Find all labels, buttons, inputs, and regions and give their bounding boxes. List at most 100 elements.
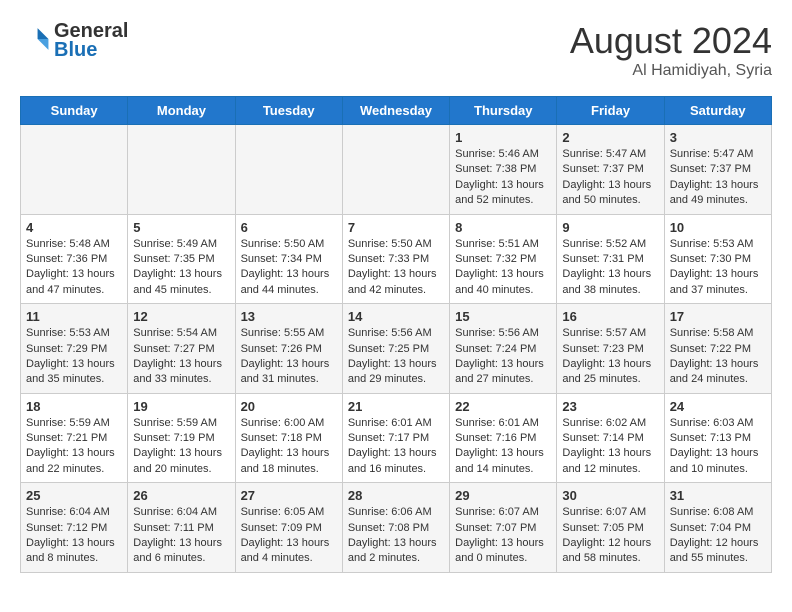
day-number: 17 — [670, 309, 766, 324]
cell-text: Daylight: 13 hours — [670, 357, 766, 372]
cell-text: Sunrise: 5:56 AM — [348, 326, 444, 341]
day-number: 3 — [670, 130, 766, 145]
cell-text: and 18 minutes. — [241, 462, 337, 477]
cell-text: and 31 minutes. — [241, 372, 337, 387]
cell-text: Daylight: 13 hours — [348, 357, 444, 372]
day-number: 9 — [562, 220, 658, 235]
cell-text: Daylight: 13 hours — [348, 536, 444, 551]
calendar-table: SundayMondayTuesdayWednesdayThursdayFrid… — [20, 96, 772, 573]
cell-text: Sunset: 7:33 PM — [348, 252, 444, 267]
cell-text: Sunset: 7:19 PM — [133, 431, 229, 446]
calendar-cell: 13Sunrise: 5:55 AMSunset: 7:26 PMDayligh… — [235, 304, 342, 394]
day-number: 24 — [670, 399, 766, 414]
cell-text: and 44 minutes. — [241, 283, 337, 298]
cell-text: and 52 minutes. — [455, 193, 551, 208]
col-header-wednesday: Wednesday — [342, 97, 449, 125]
calendar-week-1: 4Sunrise: 5:48 AMSunset: 7:36 PMDaylight… — [21, 214, 772, 304]
month-year: August 2024 — [570, 20, 772, 62]
calendar-cell: 11Sunrise: 5:53 AMSunset: 7:29 PMDayligh… — [21, 304, 128, 394]
cell-text: and 50 minutes. — [562, 193, 658, 208]
day-number: 18 — [26, 399, 122, 414]
day-number: 26 — [133, 488, 229, 503]
cell-text: and 22 minutes. — [26, 462, 122, 477]
cell-text: and 42 minutes. — [348, 283, 444, 298]
title-block: August 2024 Al Hamidiyah, Syria — [570, 20, 772, 80]
day-number: 1 — [455, 130, 551, 145]
cell-text: Sunrise: 5:51 AM — [455, 237, 551, 252]
cell-text: and 40 minutes. — [455, 283, 551, 298]
cell-text: Sunrise: 5:50 AM — [348, 237, 444, 252]
day-number: 8 — [455, 220, 551, 235]
calendar-cell — [235, 125, 342, 215]
cell-text: Sunset: 7:36 PM — [26, 252, 122, 267]
day-number: 27 — [241, 488, 337, 503]
cell-text: Daylight: 13 hours — [562, 267, 658, 282]
cell-text: Daylight: 12 hours — [562, 536, 658, 551]
calendar-cell: 26Sunrise: 6:04 AMSunset: 7:11 PMDayligh… — [128, 483, 235, 573]
calendar-cell: 10Sunrise: 5:53 AMSunset: 7:30 PMDayligh… — [664, 214, 771, 304]
day-number: 6 — [241, 220, 337, 235]
day-number: 7 — [348, 220, 444, 235]
cell-text: Daylight: 13 hours — [348, 446, 444, 461]
cell-text: and 58 minutes. — [562, 551, 658, 566]
cell-text: Sunrise: 5:53 AM — [670, 237, 766, 252]
cell-text: Sunset: 7:08 PM — [348, 521, 444, 536]
cell-text: and 35 minutes. — [26, 372, 122, 387]
cell-text: Daylight: 13 hours — [455, 536, 551, 551]
cell-text: Daylight: 13 hours — [26, 446, 122, 461]
calendar-cell: 18Sunrise: 5:59 AMSunset: 7:21 PMDayligh… — [21, 393, 128, 483]
day-number: 5 — [133, 220, 229, 235]
cell-text: and 38 minutes. — [562, 283, 658, 298]
calendar-header-row: SundayMondayTuesdayWednesdayThursdayFrid… — [21, 97, 772, 125]
calendar-cell: 5Sunrise: 5:49 AMSunset: 7:35 PMDaylight… — [128, 214, 235, 304]
cell-text: Sunrise: 5:47 AM — [562, 147, 658, 162]
cell-text: Sunset: 7:14 PM — [562, 431, 658, 446]
calendar-cell: 30Sunrise: 6:07 AMSunset: 7:05 PMDayligh… — [557, 483, 664, 573]
cell-text: Sunrise: 5:47 AM — [670, 147, 766, 162]
cell-text: Daylight: 13 hours — [133, 267, 229, 282]
col-header-sunday: Sunday — [21, 97, 128, 125]
calendar-cell: 25Sunrise: 6:04 AMSunset: 7:12 PMDayligh… — [21, 483, 128, 573]
day-number: 31 — [670, 488, 766, 503]
cell-text: Sunrise: 5:54 AM — [133, 326, 229, 341]
calendar-cell: 14Sunrise: 5:56 AMSunset: 7:25 PMDayligh… — [342, 304, 449, 394]
cell-text: Sunset: 7:09 PM — [241, 521, 337, 536]
cell-text: and 27 minutes. — [455, 372, 551, 387]
cell-text: Sunrise: 5:49 AM — [133, 237, 229, 252]
cell-text: and 25 minutes. — [562, 372, 658, 387]
cell-text: Daylight: 13 hours — [455, 267, 551, 282]
cell-text: Sunset: 7:37 PM — [670, 162, 766, 177]
cell-text: and 10 minutes. — [670, 462, 766, 477]
cell-text: Sunrise: 6:06 AM — [348, 505, 444, 520]
col-header-thursday: Thursday — [450, 97, 557, 125]
cell-text: Daylight: 13 hours — [562, 357, 658, 372]
day-number: 19 — [133, 399, 229, 414]
calendar-week-3: 18Sunrise: 5:59 AMSunset: 7:21 PMDayligh… — [21, 393, 772, 483]
location: Al Hamidiyah, Syria — [570, 62, 772, 80]
day-number: 28 — [348, 488, 444, 503]
calendar-cell: 2Sunrise: 5:47 AMSunset: 7:37 PMDaylight… — [557, 125, 664, 215]
cell-text: Daylight: 13 hours — [26, 267, 122, 282]
day-number: 15 — [455, 309, 551, 324]
cell-text: and 14 minutes. — [455, 462, 551, 477]
logo-icon — [22, 25, 50, 53]
calendar-cell: 6Sunrise: 5:50 AMSunset: 7:34 PMDaylight… — [235, 214, 342, 304]
calendar-week-2: 11Sunrise: 5:53 AMSunset: 7:29 PMDayligh… — [21, 304, 772, 394]
day-number: 22 — [455, 399, 551, 414]
day-number: 30 — [562, 488, 658, 503]
cell-text: Sunset: 7:21 PM — [26, 431, 122, 446]
day-number: 11 — [26, 309, 122, 324]
cell-text: Sunrise: 5:52 AM — [562, 237, 658, 252]
cell-text: Daylight: 13 hours — [455, 446, 551, 461]
cell-text: Sunrise: 6:08 AM — [670, 505, 766, 520]
cell-text: Daylight: 13 hours — [562, 446, 658, 461]
cell-text: Daylight: 13 hours — [241, 267, 337, 282]
cell-text: Sunset: 7:34 PM — [241, 252, 337, 267]
cell-text: Sunrise: 6:07 AM — [455, 505, 551, 520]
cell-text: Daylight: 13 hours — [133, 536, 229, 551]
day-number: 10 — [670, 220, 766, 235]
cell-text: Sunset: 7:12 PM — [26, 521, 122, 536]
calendar-cell: 17Sunrise: 5:58 AMSunset: 7:22 PMDayligh… — [664, 304, 771, 394]
cell-text: Sunrise: 6:07 AM — [562, 505, 658, 520]
cell-text: and 47 minutes. — [26, 283, 122, 298]
